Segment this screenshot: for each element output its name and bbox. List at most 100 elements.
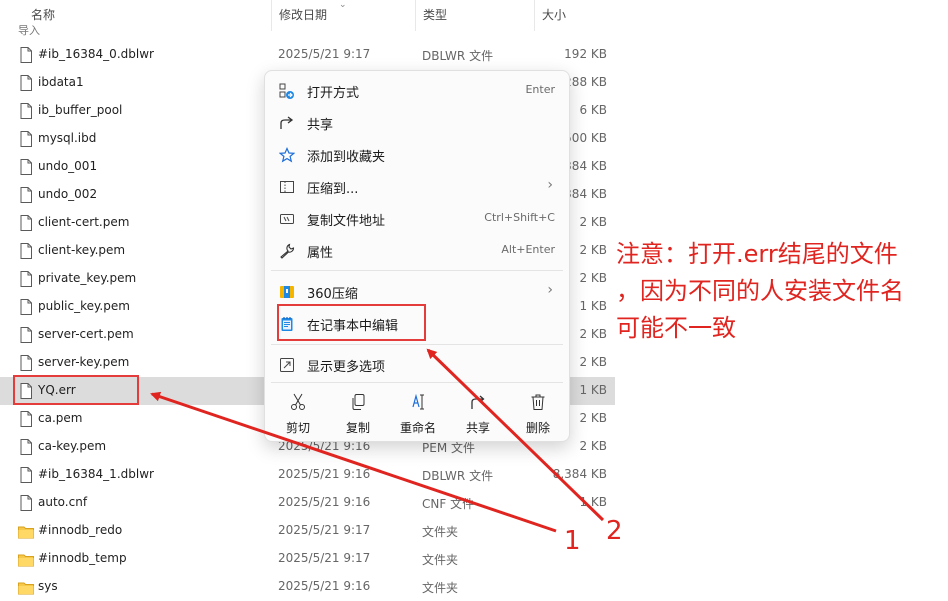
column-size[interactable]: 大小 [535,0,615,31]
group-header: 导入 [18,24,40,37]
file-icon [20,271,32,291]
file-name: mysql.ibd [38,131,97,145]
quick-action-button[interactable]: 复制 [328,383,388,441]
file-icon [20,243,32,263]
annotation-line: 注意：打开.err结尾的文件 [616,240,898,268]
file-type: DBLWR 文件 [422,469,494,483]
file-icon [20,327,32,347]
file-size: 1 KB [579,495,607,509]
file-size: 8,384 KB [552,467,607,481]
file-size: 1 KB [579,383,607,397]
wrench-icon [279,243,295,259]
file-size: 1 KB [579,299,607,313]
file-icon [20,411,32,431]
file-icon [20,75,32,95]
star-icon [278,147,296,163]
file-icon [20,131,32,151]
file-name: client-cert.pem [38,215,130,229]
file-size: 2 KB [579,411,607,425]
menu-item[interactable]: 显示更多选项 [265,349,569,381]
file-type: DBLWR 文件 [422,49,494,63]
file-name: #ib_16384_0.dblwr [38,47,154,61]
menu-separator [271,344,563,345]
360zip-icon [279,284,295,300]
quick-action-label: 共享 [465,421,490,435]
file-name: #ib_16384_1.dblwr [38,467,154,481]
zip-icon [279,179,295,195]
file-row[interactable]: #innodb_redo 2025/5/21 9:17 文件夹 [0,517,615,545]
file-name: #innodb_temp [38,551,127,565]
annotation-line: ，因为不同的人安装文件名 [616,277,904,305]
menu-item-label: 压缩到... [307,182,359,197]
file-name: ca-key.pem [38,439,107,453]
column-name[interactable]: 名称 [24,0,272,31]
file-name: private_key.pem [38,271,137,285]
menu-item[interactable]: 添加到收藏夹 [265,139,569,171]
quick-action-button[interactable]: 共享 [448,383,508,441]
file-name: ib_buffer_pool [38,103,123,117]
quick-action-label: 删除 [525,421,550,435]
file-size: 2 KB [579,215,607,229]
quick-action-button[interactable]: 剪切 [268,383,328,441]
file-size: 2 KB [579,355,607,369]
file-date: 2025/5/21 9:17 [278,551,371,565]
file-row[interactable]: #ib_16384_1.dblwr 2025/5/21 9:16 DBLWR 文件 8… [0,461,615,489]
menu-item[interactable]: 压缩到... › [265,171,569,203]
file-name: undo_002 [38,187,98,201]
file-icon [20,467,32,487]
file-size: 2 KB [579,327,607,341]
share-icon [279,115,295,131]
file-name: public_key.pem [38,299,130,313]
file-size: 288 KB [564,75,607,89]
copy-path-icon [279,211,295,227]
file-type: 文件夹 [422,581,459,595]
quick-action-button[interactable]: 重命名 [388,383,448,441]
file-date: 2025/5/21 9:17 [278,47,371,61]
menu-item[interactable]: 打开方式 Enter [265,75,569,107]
file-name: ca.pem [38,411,83,425]
column-type[interactable]: 类型 [416,0,534,31]
file-name: undo_001 [38,159,98,173]
file-date: 2025/5/21 9:16 [278,467,371,481]
menu-item-shortcut: Enter [525,83,555,96]
file-name: ibdata1 [38,75,84,89]
column-header: 名称 ⌄ 修改日期 类型 大小 [0,0,615,31]
annotation-label-1: 1 [564,526,581,556]
file-icon [20,103,32,123]
folder-icon [18,552,34,571]
highlight-notepad-item [277,304,426,341]
menu-item-label: 打开方式 [307,86,360,101]
annotation-note: 注意：打开.err结尾的文件 ，因为不同的人安装文件名 可能不一致 [616,236,946,347]
file-row[interactable]: auto.cnf 2025/5/21 9:16 CNF 文件 1 KB [0,489,615,517]
more-options-icon [279,357,295,373]
menu-item-label: 复制文件地址 [307,214,386,229]
annotation-line: 可能不一致 [616,314,736,342]
file-size: 2 KB [579,243,607,257]
menu-item[interactable]: 属性 Alt+Enter [265,235,569,267]
menu-item-shortcut: Ctrl+Shift+C [484,211,555,224]
file-type: 文件夹 [422,553,459,567]
menu-item-label: 添加到收藏夹 [307,150,386,165]
chevron-right-icon: › [547,177,553,193]
file-name: server-cert.pem [38,327,134,341]
file-size: 384 KB [564,187,607,201]
context-menu: 打开方式 Enter 共享 添加到收藏夹 压缩到... › 复制文件地址 Ctrl+Shift… [264,70,570,442]
menu-item-label: 共享 [307,118,334,133]
menu-item[interactable]: 复制文件地址 Ctrl+Shift+C [265,203,569,235]
file-row[interactable]: #ib_16384_0.dblwr 2025/5/21 9:17 DBLWR 文件 1… [0,41,615,69]
quick-action-label: 重命名 [399,421,436,435]
quick-actions-bar: 剪切 复制 重命名 共享 删除 [265,383,569,441]
quick-action-button[interactable]: 删除 [508,383,568,441]
file-row[interactable]: sys 2025/5/21 9:16 文件夹 [0,573,615,601]
file-name: server-key.pem [38,355,130,369]
menu-item-label: 360压缩 [307,287,358,302]
file-row[interactable]: #innodb_temp 2025/5/21 9:17 文件夹 [0,545,615,573]
file-icon [20,47,32,67]
file-name: auto.cnf [38,495,88,509]
menu-item[interactable]: 共享 [265,107,569,139]
file-name: client-key.pem [38,243,126,257]
folder-icon [18,580,34,599]
column-date[interactable]: 修改日期 [272,0,415,31]
file-size: 2 KB [579,439,607,453]
file-icon [20,495,32,515]
